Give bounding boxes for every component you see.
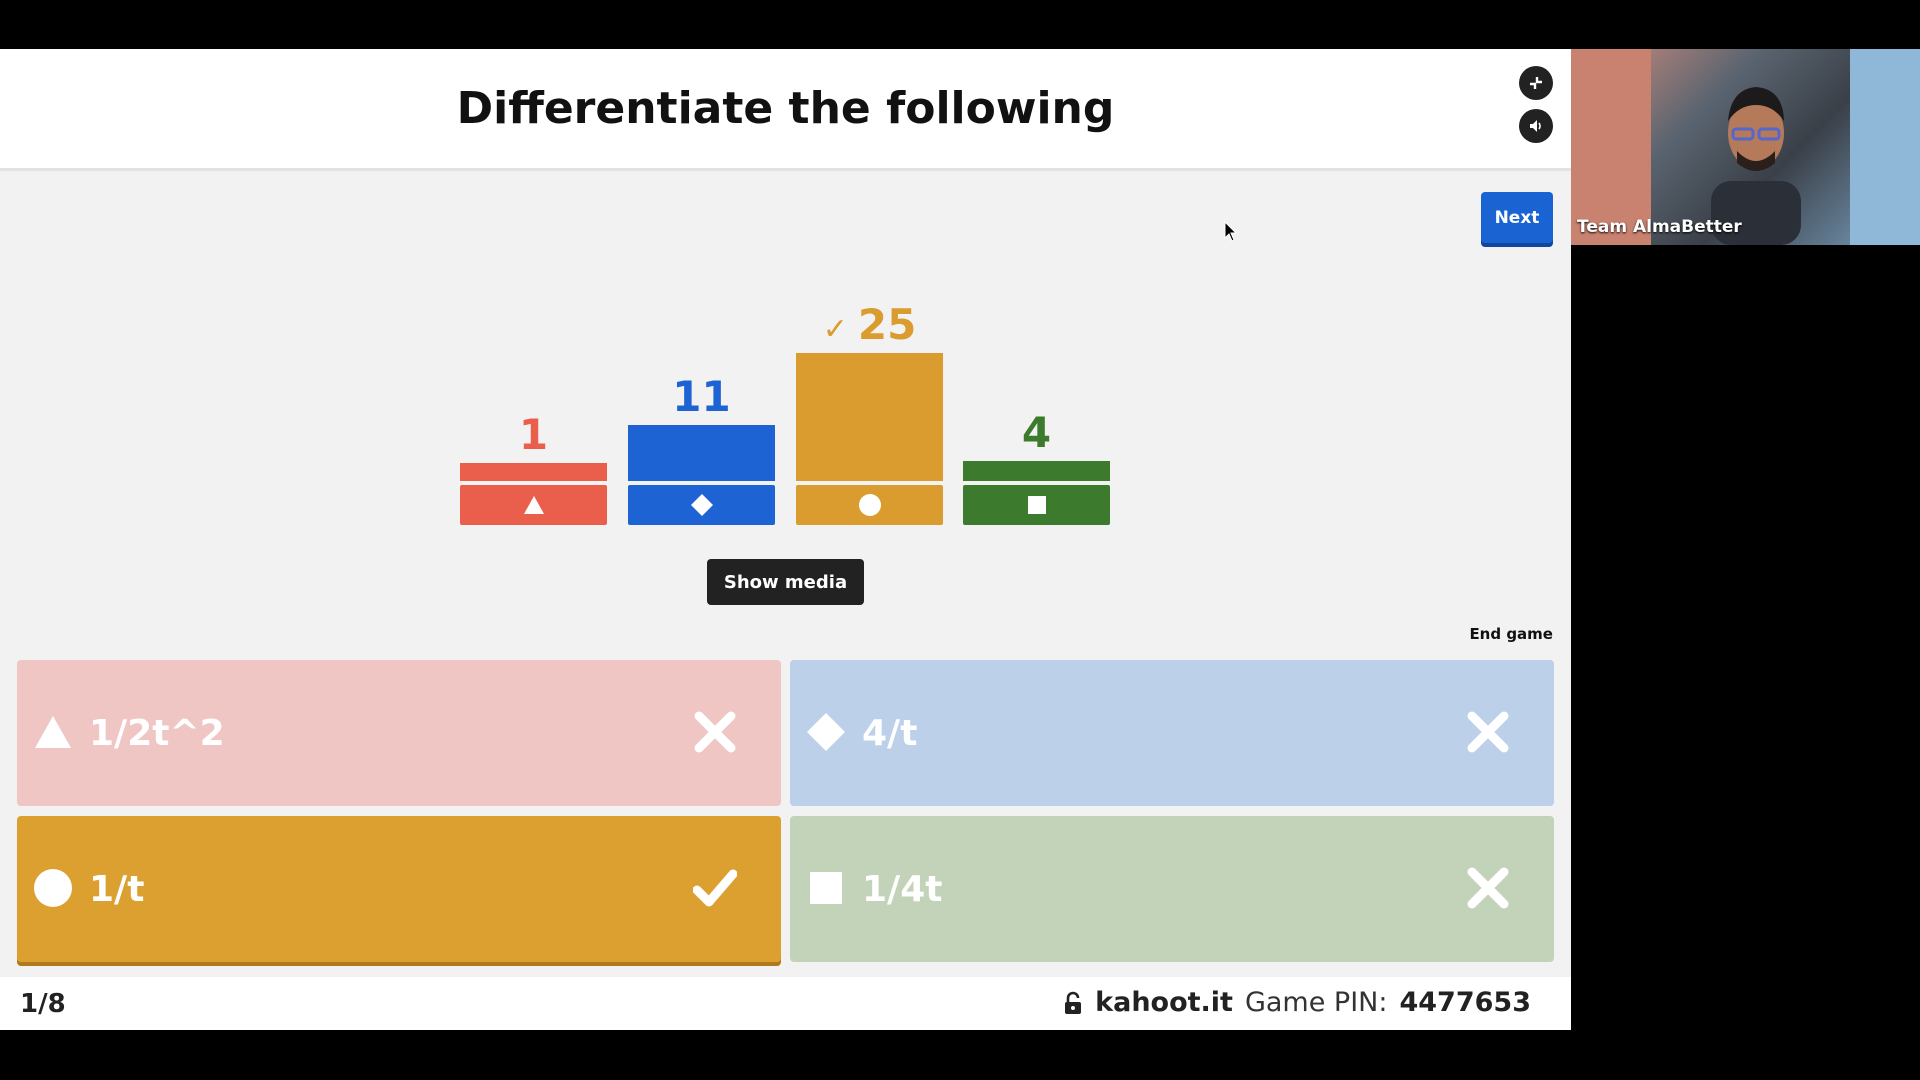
question-header: Differentiate the following: [0, 49, 1571, 171]
answer-text: 4/t: [862, 712, 918, 754]
video-background-window: [1850, 49, 1920, 245]
question-counter: 1/8: [20, 989, 66, 1019]
result-count: ✓ 25: [822, 300, 917, 349]
game-pin-label: Game PIN:: [1244, 987, 1388, 1018]
unlock-icon[interactable]: [1063, 991, 1083, 1015]
result-bar-fill: [796, 353, 943, 481]
square-icon: [1027, 496, 1046, 514]
cross-icon: [694, 711, 736, 753]
result-bar-fill: [963, 461, 1110, 481]
participant-video: Team AlmaBetter: [1571, 49, 1920, 245]
kahoot-host-screen: Differentiate the following Next 1 11 ✓ …: [0, 49, 1571, 1030]
video-background-wall: [1571, 49, 1651, 245]
triangle-icon: [35, 716, 71, 748]
answer-text: 1/t: [89, 868, 145, 910]
result-bar-base: [796, 485, 943, 525]
minimize-button[interactable]: [1519, 66, 1553, 100]
result-bar-base: [628, 485, 775, 525]
footer-bar: 1/8 kahoot.it Game PIN: 4477653: [0, 977, 1571, 1030]
participant-name: Team AlmaBetter: [1577, 217, 1742, 237]
circle-icon: [858, 494, 881, 516]
diamond-icon: [690, 494, 713, 516]
answer-option-circle: 1/t: [17, 816, 781, 962]
kahoot-url: kahoot.it: [1095, 987, 1233, 1018]
answer-option-triangle: 1/2t^2: [17, 660, 781, 806]
result-bar-fill: [628, 425, 775, 481]
checkmark-icon: [693, 869, 737, 907]
sound-button[interactable]: [1519, 109, 1553, 143]
result-count: 11: [672, 372, 731, 421]
answer-option-square: 1/4t: [790, 816, 1554, 962]
game-pin-area: kahoot.it Game PIN: 4477653: [1063, 987, 1531, 1018]
result-count: 4: [1021, 408, 1052, 457]
circle-icon: [34, 869, 72, 907]
result-bar-fill: [460, 463, 607, 481]
answer-text: 1/2t^2: [89, 712, 225, 754]
minimize-icon: [1530, 77, 1542, 89]
result-bar-base: [963, 485, 1110, 525]
square-icon: [810, 872, 842, 904]
question-title: Differentiate the following: [456, 83, 1115, 134]
next-button[interactable]: Next: [1481, 192, 1553, 243]
cross-icon: [1467, 867, 1509, 909]
answer-option-diamond: 4/t: [790, 660, 1554, 806]
results-chart: 1 11 ✓ 25 4: [460, 299, 1110, 525]
cross-icon: [1467, 711, 1509, 753]
triangle-icon: [523, 496, 544, 514]
result-bar-base: [460, 485, 607, 525]
show-media-button[interactable]: Show media: [707, 559, 864, 605]
answer-text: 1/4t: [862, 868, 943, 910]
mouse-cursor-icon: [1224, 221, 1238, 242]
speaker-icon: [1530, 120, 1541, 132]
result-count: 1: [518, 410, 549, 459]
diamond-icon: [807, 713, 845, 751]
game-pin-value: 4477653: [1399, 987, 1531, 1018]
end-game-link[interactable]: End game: [1457, 625, 1553, 643]
